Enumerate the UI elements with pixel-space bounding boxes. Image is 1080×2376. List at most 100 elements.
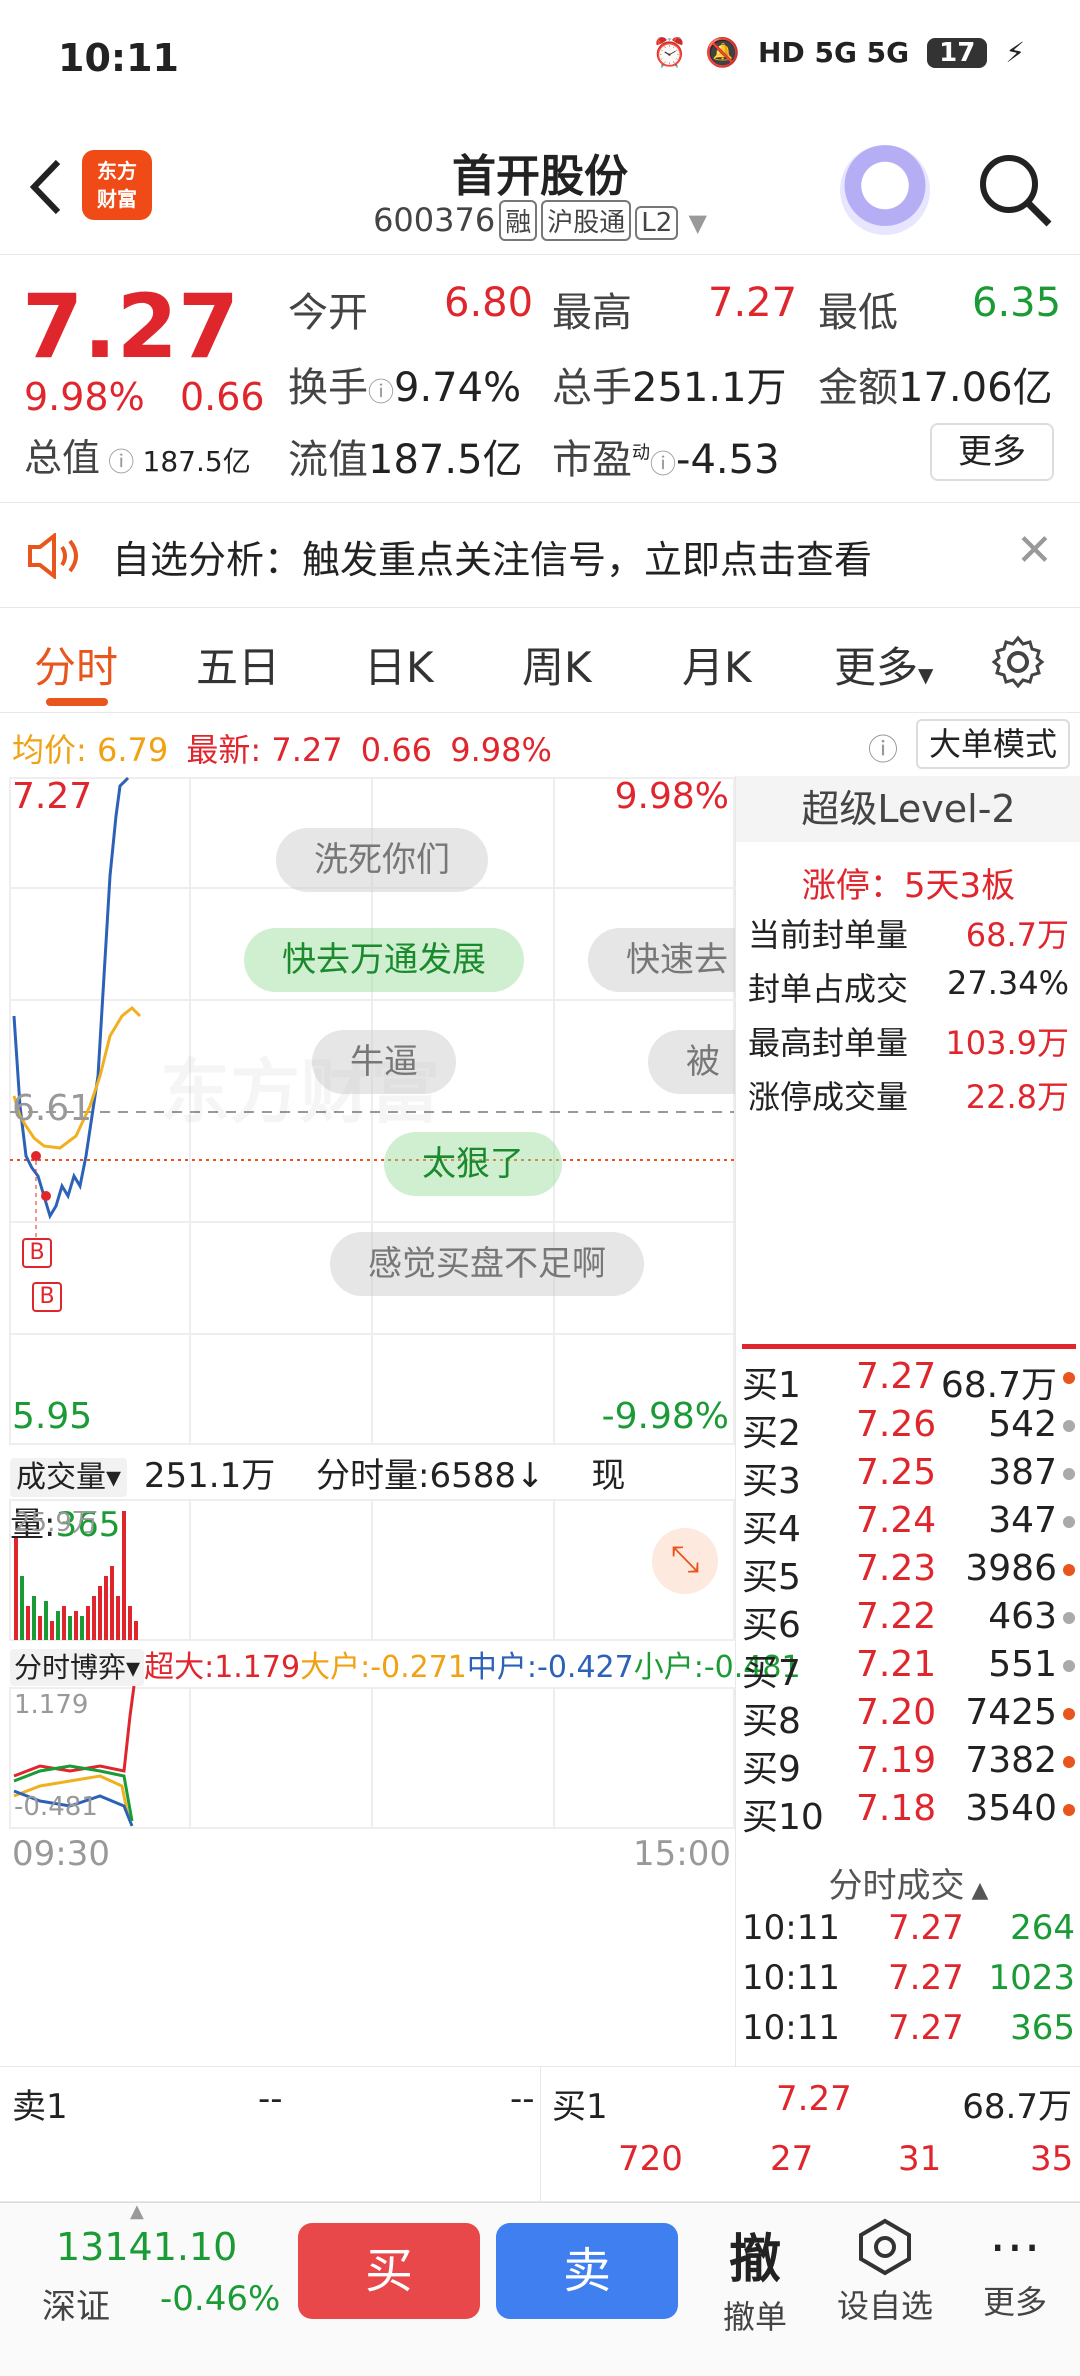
ticks-title[interactable]: 分时成交 ▲ [736, 1858, 1080, 1907]
notice-text: 自选分析：触发重点关注信号，立即点击查看 [112, 538, 873, 582]
bid-price: 7.18 [856, 1788, 937, 1829]
volume-label: 总手 [552, 365, 632, 411]
buy-marker[interactable]: B [22, 1238, 52, 1268]
bid-label: 买3 [742, 1461, 801, 1502]
stat-value: 103.9万 [945, 1024, 1069, 1062]
stat-label: 当前封单量 [748, 916, 909, 954]
bid-dot [1063, 1756, 1075, 1768]
sell1-price: -- [258, 2079, 283, 2119]
help-icon[interactable]: ⓘ [868, 725, 898, 769]
hgt-tag: 沪股通 [541, 200, 632, 241]
settings-gear-icon[interactable] [990, 634, 1046, 690]
flow-selector[interactable]: 分时博弈▾ [10, 1649, 145, 1686]
danmu-comment[interactable]: 快速去 [588, 928, 735, 992]
bid-price: 7.23 [856, 1548, 937, 1589]
alarm-icon: ⏰ [652, 36, 688, 69]
amount-label: 金额 [818, 365, 898, 411]
queue-item: 720 [618, 2139, 683, 2179]
danmu-comment[interactable]: 被 [648, 1030, 735, 1094]
high-label: 最高 [552, 290, 632, 336]
danmu-comment[interactable]: 快去万通发展 [244, 928, 524, 992]
tick-value: 6588 [429, 1456, 517, 1496]
more-dots-icon: ⋯ [989, 2217, 1041, 2277]
bid-volume: 68.7万 [940, 1365, 1057, 1406]
info-icon[interactable]: ⓘ [650, 450, 676, 480]
buy-button[interactable]: 买 [298, 2223, 480, 2319]
danmu-comment[interactable]: 太狠了 [384, 1132, 562, 1196]
bid-volume: 3540 [965, 1788, 1057, 1829]
change-value: 0.66 [180, 375, 265, 419]
charging-icon: ⚡ [1005, 36, 1025, 69]
open-label: 今开 [288, 290, 368, 336]
caret-up-icon: ▲ [964, 1878, 989, 1903]
bid-dot [1063, 1804, 1075, 1816]
info-icon[interactable]: ⓘ [368, 378, 394, 408]
tick-price: 7.27 [888, 1908, 964, 1948]
tab-underline [46, 698, 108, 706]
tab-daily-k[interactable]: 日K [364, 634, 434, 695]
bid-book[interactable]: 买1 7.27 68.7万 买2 7.26 542 买3 7.25 387 买4 7.24 347 买5… [736, 1356, 1080, 1838]
tab-monthly-k[interactable]: 月K [682, 634, 752, 695]
latest-label: 最新: [186, 731, 262, 769]
mid-value: -0.427 [537, 1650, 634, 1685]
queue-item: 35 [1030, 2139, 1074, 2179]
volume-value: 251.1万 [632, 365, 787, 411]
tab-5day[interactable]: 五日 [196, 634, 280, 695]
index-change[interactable]: -0.46% [160, 2279, 280, 2319]
buy1-price: 7.27 [776, 2079, 852, 2119]
stat-label: 封单占成交 [748, 970, 909, 1008]
expand-icon[interactable]: ⤡ [652, 1528, 718, 1594]
bid-dot [1063, 1516, 1075, 1528]
close-icon[interactable]: ✕ [1016, 525, 1053, 576]
change-pct: 9.98% [24, 375, 145, 419]
down-arrow-icon: ↓ [516, 1456, 545, 1496]
danmu-comment[interactable]: 牛逼 [312, 1030, 456, 1094]
ticks-list[interactable]: 10:11 7.27 264 10:11 7.27 1023 10:11 7.27 365 [736, 1908, 1080, 2066]
bottom-book: 卖1 -- -- 买1 7.27 68.7万 720 27 31 35 [0, 2066, 1080, 2203]
more-quote-button[interactable]: 更多 [930, 423, 1054, 481]
danmu-comment[interactable]: 洗死你们 [276, 828, 488, 892]
notice-bar[interactable]: 自选分析：触发重点关注信号，立即点击查看 ✕ [0, 503, 1080, 608]
low-label: 最低 [818, 290, 898, 336]
cancel-label: 撤单 [722, 2298, 787, 2336]
tick-price: 7.27 [888, 1958, 964, 1998]
level2-title[interactable]: 超级Level-2 [736, 776, 1080, 842]
volume-item: 总手251.1万 [552, 355, 787, 413]
bid-volume: 7425 [965, 1692, 1057, 1733]
search-icon[interactable] [975, 150, 1055, 230]
sell-button[interactable]: 卖 [496, 2223, 678, 2319]
tick-time: 10:11 [742, 1908, 840, 1948]
danmu-comment[interactable]: 感觉买盘不足啊 [330, 1232, 644, 1296]
tab-more[interactable]: 更多▼ [834, 634, 933, 695]
bid-volume: 387 [988, 1452, 1057, 1493]
big-order-mode-button[interactable]: 大单模式 [916, 719, 1070, 769]
bid-label: 买4 [742, 1509, 801, 1550]
index-value[interactable]: 13141.10 [56, 2225, 237, 2269]
mcap-item: 总值 ⓘ 187.5亿 [24, 427, 251, 482]
more-button[interactable]: ⋯ 更多 [960, 2217, 1070, 2323]
ticks-title-label: 分时成交 [828, 1866, 965, 1906]
sell1-label: 卖1 [12, 2087, 68, 2127]
bid-label: 买1 [742, 1365, 801, 1406]
bid-price: 7.22 [856, 1596, 937, 1637]
bid-label: 买9 [742, 1749, 801, 1790]
last-price: 7.27 [22, 275, 240, 378]
index-name[interactable]: 深证 [42, 2279, 110, 2328]
bid-price: 7.27 [856, 1356, 937, 1397]
cancel-order-button[interactable]: 撤 撤单 [700, 2217, 810, 2338]
intraday-chart[interactable]: 7.27 9.98% 6.61 5.95 -9.98% 东方财富 B B 洗死你… [0, 776, 801, 2066]
bid-label: 买2 [742, 1413, 801, 1454]
tab-more-label: 更多 [834, 643, 919, 692]
bid-label: 买6 [742, 1605, 801, 1646]
mute-icon: 🔕 [705, 36, 741, 69]
flow-min-label: -0.481 [14, 1792, 98, 1822]
volume-selector[interactable]: 成交量▾ [10, 1458, 128, 1497]
info-icon[interactable]: ⓘ [100, 448, 143, 478]
dropdown-icon[interactable]: ▼ [688, 209, 706, 237]
flow-header: 分时博弈▾ 超大:1.179大户:-0.271中户:-0.427小户:-0.481 [10, 1642, 801, 1688]
tab-intraday[interactable]: 分时 [34, 634, 118, 695]
buy-marker[interactable]: B [32, 1282, 62, 1312]
add-watchlist-button[interactable]: 设自选 [830, 2217, 940, 2327]
assistant-avatar[interactable] [840, 145, 930, 235]
tab-weekly-k[interactable]: 周K [522, 634, 592, 695]
